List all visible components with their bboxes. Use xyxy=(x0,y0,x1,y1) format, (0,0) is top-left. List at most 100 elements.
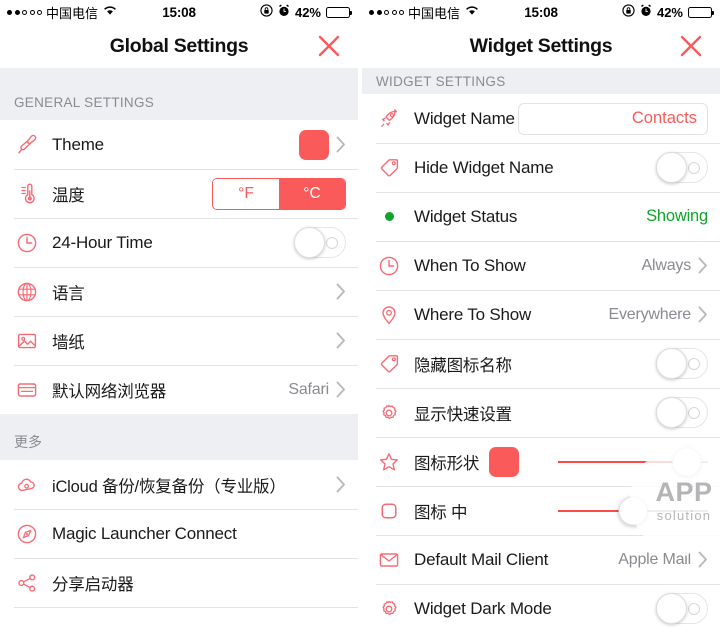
status-dot-icon xyxy=(376,204,402,230)
list-item-label: 图标 中 xyxy=(414,503,468,522)
list-bottom-divider xyxy=(14,607,358,608)
show-quick-settings-toggle[interactable] xyxy=(656,397,708,428)
magic-launcher-icon xyxy=(14,521,40,547)
globe-icon xyxy=(14,279,40,305)
widget-dark-mode-toggle[interactable] xyxy=(656,593,708,624)
hide-widget-name-toggle[interactable] xyxy=(656,152,708,183)
tag-icon xyxy=(376,155,402,181)
chevron-right-icon xyxy=(336,136,346,153)
list-item-widget-dark-mode[interactable]: Widget Dark Mode xyxy=(362,584,720,633)
list-item-label: 隐藏图标名称 xyxy=(414,356,512,375)
list-item-label: When To Show xyxy=(414,255,526,275)
list-item-hide-icon-name[interactable]: 隐藏图标名称 xyxy=(362,339,720,388)
left-phone-screen: 中国电信 15:08 42% Global Settings GENERAL S… xyxy=(0,0,358,637)
alarm-clock-icon xyxy=(278,4,290,20)
list-item-label: Magic Launcher Connect xyxy=(52,523,237,543)
list-item-label: Hide Widget Name xyxy=(414,157,554,177)
icon-size-slider[interactable] xyxy=(558,496,708,526)
list-item-label: 温度 xyxy=(52,186,85,205)
24-hour-time-toggle[interactable] xyxy=(294,227,346,258)
list-item-where-to-show[interactable]: Where To Show Everywhere xyxy=(362,290,720,339)
hide-icon-name-toggle[interactable] xyxy=(656,348,708,379)
list-item-label: 24-Hour Time xyxy=(52,232,153,252)
section-header-general: GENERAL SETTINGS xyxy=(0,68,358,120)
gear-icon xyxy=(376,400,402,426)
right-phone-screen: 中国电信 15:08 42% Widget Settings WIDGET SE… xyxy=(362,0,720,637)
segment-fahrenheit[interactable]: °F xyxy=(213,178,279,209)
list-item-label: Widget Name xyxy=(414,108,515,128)
list-item-label: Widget Dark Mode xyxy=(414,598,552,618)
section-header-more: 更多 xyxy=(0,414,358,460)
list-item-label: 语言 xyxy=(52,284,85,303)
list-item-language[interactable]: 语言 xyxy=(0,267,358,316)
status-bar-right: 中国电信 15:08 42% xyxy=(362,0,720,24)
temperature-unit-segmented-control[interactable]: °F °C xyxy=(212,177,346,210)
list-item-label: Where To Show xyxy=(414,304,532,324)
list-item-icon-size[interactable]: 图标 中 xyxy=(362,486,720,535)
status-bar-right-group: 42% xyxy=(622,4,715,20)
star-icon xyxy=(376,449,402,475)
list-item-24-hour-time[interactable]: 24-Hour Time xyxy=(0,218,358,267)
list-item-label: 默认网络浏览器 xyxy=(52,382,167,401)
list-item-value: Apple Mail xyxy=(618,550,691,568)
mail-icon xyxy=(376,547,402,573)
more-settings-list: iCloud 备份/恢复备份（专业版） Magic Launcher Conne… xyxy=(0,460,358,608)
widget-name-input[interactable]: Contacts xyxy=(518,102,708,135)
list-item-magic-launcher-connect[interactable]: Magic Launcher Connect xyxy=(0,509,358,558)
list-item-default-browser[interactable]: 默认网络浏览器 Safari xyxy=(0,365,358,414)
paintbrush-icon xyxy=(14,132,40,158)
list-item-icloud-backup[interactable]: iCloud 备份/恢复备份（专业版） xyxy=(0,460,358,509)
alarm-clock-icon xyxy=(640,4,652,20)
list-item-default-mail-client[interactable]: Default Mail Client Apple Mail xyxy=(362,535,720,584)
close-icon[interactable] xyxy=(316,33,342,59)
list-item-when-to-show[interactable]: When To Show Always xyxy=(362,241,720,290)
list-item-label: 图标形状 xyxy=(414,454,480,473)
status-bar-right-group: 42% xyxy=(260,4,353,20)
list-item-show-quick-settings[interactable]: 显示快速设置 xyxy=(362,388,720,437)
list-item-value: Always xyxy=(641,256,692,274)
close-icon[interactable] xyxy=(678,33,704,59)
pin-icon xyxy=(376,302,402,328)
rotation-lock-icon xyxy=(622,4,635,20)
list-item-temperature[interactable]: 温度 °F °C xyxy=(0,169,358,218)
icloud-icon xyxy=(14,472,40,498)
status-badge: Showing xyxy=(646,207,708,225)
list-item-icon-shape[interactable]: 图标形状 xyxy=(362,437,720,486)
list-item-hide-widget-name[interactable]: Hide Widget Name xyxy=(362,143,720,192)
chevron-right-icon xyxy=(336,332,346,349)
widget-name-value: Contacts xyxy=(631,109,697,127)
theme-color-swatch[interactable] xyxy=(299,129,329,160)
chevron-right-icon xyxy=(336,381,346,398)
list-item-label: iCloud 备份/恢复备份（专业版） xyxy=(52,477,286,496)
browser-icon xyxy=(14,377,40,403)
page-title: Global Settings xyxy=(109,34,249,57)
tag-icon xyxy=(376,351,402,377)
list-item-value: Everywhere xyxy=(608,305,692,323)
list-item-label: Widget Status xyxy=(414,206,518,226)
list-item-wallpaper[interactable]: 墙纸 xyxy=(0,316,358,365)
battery-percent-label: 42% xyxy=(656,4,683,20)
rounded-square-icon xyxy=(376,498,402,524)
dual-phone-screenshot: 中国电信 15:08 42% Global Settings GENERAL S… xyxy=(0,0,720,637)
list-item-share-launcher[interactable]: 分享启动器 xyxy=(0,558,358,607)
thermometer-icon xyxy=(14,181,40,207)
wallpaper-icon xyxy=(14,328,40,354)
icon-shape-slider[interactable] xyxy=(558,447,708,477)
rocket-icon xyxy=(376,106,402,132)
status-bar-left: 中国电信 15:08 42% xyxy=(0,0,358,24)
rotation-lock-icon xyxy=(260,4,273,20)
page-title: Widget Settings xyxy=(469,34,613,57)
nav-bar-right: Widget Settings xyxy=(362,24,720,68)
list-item-widget-status[interactable]: Widget Status Showing xyxy=(362,192,720,241)
segment-celsius[interactable]: °C xyxy=(279,178,345,209)
chevron-right-icon xyxy=(336,476,346,493)
list-item-label: Default Mail Client xyxy=(414,549,549,569)
general-settings-list: Theme 温度 °F °C 24-Hour Time 语言 墙纸 默认网络浏览… xyxy=(0,120,358,414)
list-item-widget-name[interactable]: Widget Name Contacts xyxy=(362,94,720,143)
icon-shape-swatch[interactable] xyxy=(489,446,520,477)
list-item-theme[interactable]: Theme xyxy=(0,120,358,169)
chevron-right-icon xyxy=(698,306,708,323)
list-item-label: Theme xyxy=(52,134,104,154)
list-item-value: Safari xyxy=(288,380,329,398)
nav-bar-left: Global Settings xyxy=(0,24,358,68)
